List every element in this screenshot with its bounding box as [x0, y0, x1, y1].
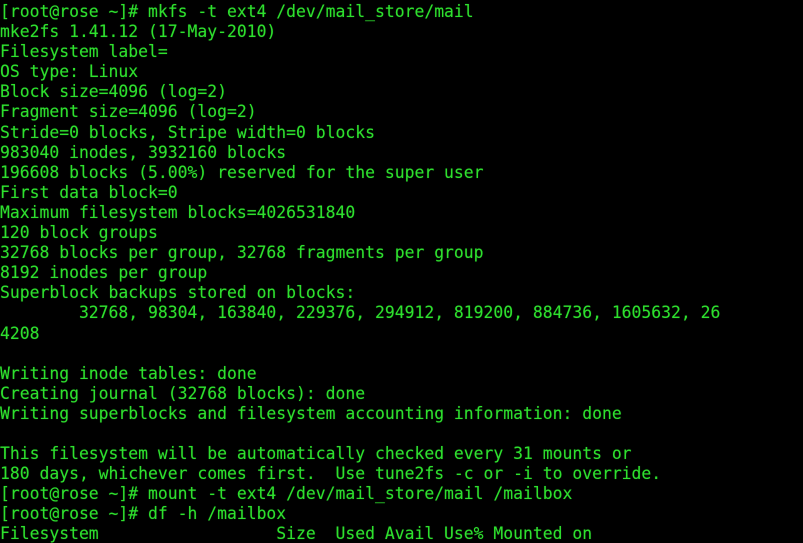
terminal-line: Superblock backups stored on blocks:: [0, 283, 356, 303]
terminal-line: Writing superblocks and filesystem accou…: [0, 403, 622, 423]
terminal-line: Block size=4096 (log=2): [0, 82, 227, 102]
terminal-line: Creating journal (32768 blocks): done: [0, 383, 366, 403]
terminal-line: 196608 blocks (5.00%) reserved for the s…: [0, 162, 484, 182]
terminal-line: Filesystem label=: [0, 42, 168, 62]
terminal-line: Maximum filesystem blocks=4026531840: [0, 202, 356, 222]
terminal-line: First data block=0: [0, 182, 178, 202]
terminal-line: 180 days, whichever comes first. Use tun…: [0, 464, 662, 484]
terminal-line: [root@rose ~]# df -h /mailbox: [0, 504, 287, 524]
terminal-line: This filesystem will be automatically ch…: [0, 444, 632, 464]
terminal-line: OS type: Linux: [0, 62, 139, 82]
terminal-line: Writing inode tables: done: [0, 363, 257, 383]
terminal-line: Stride=0 blocks, Stripe width=0 blocks: [0, 122, 375, 142]
terminal-line: 120 block groups: [0, 223, 158, 243]
terminal-output: [root@rose ~]# mkfs -t ext4 /dev/mail_st…: [0, 2, 803, 543]
terminal-line: mke2fs 1.41.12 (17-May-2010): [0, 22, 277, 42]
terminal-line: Fragment size=4096 (log=2): [0, 102, 257, 122]
terminal-line: 4208: [0, 323, 40, 343]
terminal-screen[interactable]: [root@rose ~]# mkfs -t ext4 /dev/mail_st…: [0, 0, 803, 543]
terminal-line: [root@rose ~]# mount -t ext4 /dev/mail_s…: [0, 484, 573, 504]
terminal-line: 983040 inodes, 3932160 blocks: [0, 142, 287, 162]
terminal-line: 8192 inodes per group: [0, 263, 208, 283]
terminal-line: 32768 blocks per group, 32768 fragments …: [0, 243, 484, 263]
terminal-line: 32768, 98304, 163840, 229376, 294912, 81…: [0, 303, 721, 323]
terminal-line: [root@rose ~]# mkfs -t ext4 /dev/mail_st…: [0, 2, 474, 21]
terminal-line: Filesystem Size Used Avail Use% Mounted …: [0, 524, 593, 543]
